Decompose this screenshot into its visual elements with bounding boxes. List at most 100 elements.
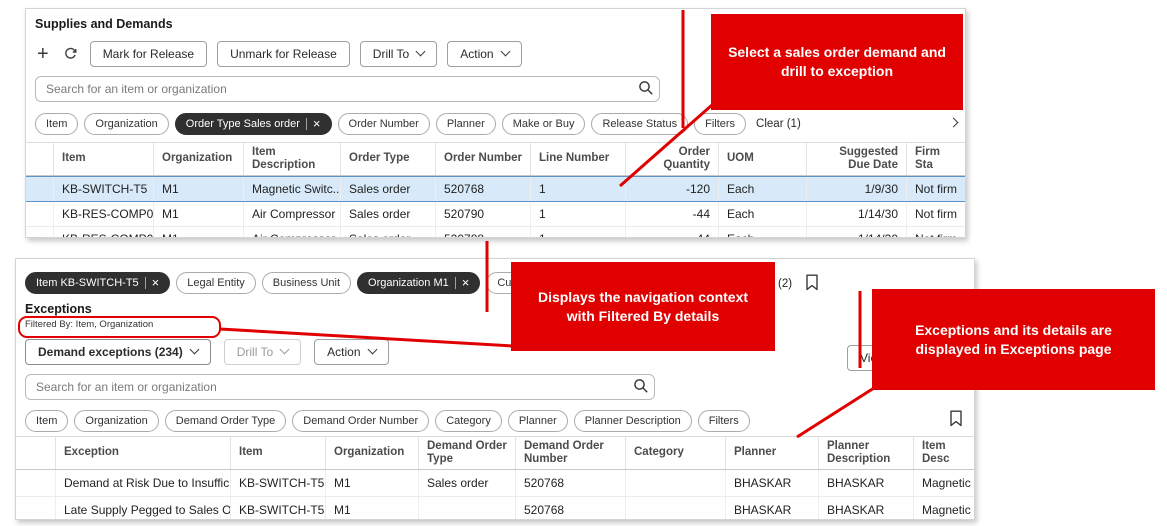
cell: 1/9/30 [807,177,907,201]
table-row-clipped[interactable]: KB-RES-COMP01 M1 Air Compressor Sales or… [26,227,965,237]
unmark-for-release-button[interactable]: Unmark for Release [217,40,350,67]
column-header-item-description[interactable]: Item Description [244,143,341,175]
annotation-text: Exceptions and its details are displayed… [915,321,1112,357]
column-header-planner[interactable]: Planner [726,437,819,469]
refresh-button[interactable] [61,46,80,61]
search-input[interactable] [35,76,660,102]
drill-to-label: Drill To [372,46,410,61]
filter-chip-demand-order-number[interactable]: Demand Order Number [292,409,430,432]
cell: 1 [531,202,626,226]
cell: BHASKAR [726,470,819,496]
annotation-callout-exceptions-page: Exceptions and its details are displayed… [872,289,1155,390]
chevron-down-icon [279,344,290,355]
add-button[interactable]: + [35,44,51,64]
column-header-line-number[interactable]: Line Number [531,143,626,175]
cell: Magnetic Switc... [244,177,341,201]
filter-chip-planner[interactable]: Planner [435,112,496,135]
search-button[interactable] [638,80,654,99]
search-button[interactable] [633,378,649,397]
demand-exceptions-dropdown[interactable]: Demand exceptions (234) [25,338,211,365]
cell [626,497,726,519]
refresh-icon [64,47,77,59]
cell-selector [26,202,54,226]
column-header-uom[interactable]: UOM [719,143,807,175]
search-bar [25,374,655,400]
cell: M1 [326,470,419,496]
cell: KB-SWITCH-T5 [54,177,154,201]
mark-for-release-button[interactable]: Mark for Release [89,40,208,67]
selector-column-header [26,143,54,175]
clear-filters-button[interactable]: Clear (1) [752,118,805,130]
context-chip-organization-active[interactable]: Organization M1 × [357,271,481,294]
filter-chip-item[interactable]: Item [35,112,79,135]
exceptions-toolbar: Demand exceptions (234) Drill To Action [25,338,974,365]
action-button[interactable]: Action [314,338,389,365]
action-button[interactable]: Action [447,40,522,67]
action-label: Action [460,46,494,61]
search-input[interactable] [25,374,655,400]
column-header-organization[interactable]: Organization [154,143,244,175]
chip-divider [144,276,146,289]
column-header-exception[interactable]: Exception [56,437,231,469]
filter-chip-item[interactable]: Item [25,409,69,432]
table-row-selected[interactable]: KB-SWITCH-T5 M1 Magnetic Switc... Sales … [26,176,965,202]
cell-selector [16,497,56,519]
drill-to-button[interactable]: Drill To [223,338,302,365]
column-header-demand-order-type[interactable]: Demand Order Type [419,437,516,469]
column-header-firm-status[interactable]: Firm Sta [907,143,965,175]
action-label: Action [327,344,361,359]
filter-chip-filters[interactable]: Filters [697,409,750,432]
column-header-item[interactable]: Item [231,437,326,469]
table-row[interactable]: KB-RES-COMP01 M1 Air Compressor Sales or… [26,202,965,227]
context-chip-legal-entity[interactable]: Legal Entity [176,271,256,294]
cell: KB-RES-COMP01 [54,227,154,237]
column-header-demand-order-number[interactable]: Demand Order Number [516,437,626,469]
chevron-right-icon[interactable] [948,117,959,128]
context-chip-business-unit[interactable]: Business Unit [261,271,352,294]
column-header-organization[interactable]: Organization [326,437,419,469]
search-icon [634,379,648,393]
table-row[interactable]: Late Supply Pegged to Sales Order KB-SWI… [16,497,974,519]
filter-chip-organization[interactable]: Organization [84,112,169,135]
cell: Demand at Risk Due to Insufficien... [56,470,231,496]
table-row[interactable]: Demand at Risk Due to Insufficien... KB-… [16,470,974,497]
close-icon[interactable]: × [152,276,160,289]
selector-column-header [16,437,56,469]
column-header-order-type[interactable]: Order Type [341,143,436,175]
cell: Each [719,177,807,201]
chevron-down-icon [367,344,377,355]
filter-chip-category[interactable]: Category [435,409,502,432]
filter-chip-make-or-buy[interactable]: Make or Buy [501,112,586,135]
cell: 1/14/30 [807,227,907,237]
context-chip-item-active[interactable]: Item KB-SWITCH-T5 × [25,271,171,294]
cell [626,470,726,496]
column-header-suggested-due-date[interactable]: Suggested Due Date [807,143,907,175]
column-header-item-description[interactable]: Item Desc [914,437,974,469]
drill-to-button[interactable]: Drill To [359,40,438,67]
cell [419,497,516,519]
filter-chip-filters[interactable]: Filters [694,112,747,135]
column-header-order-quantity[interactable]: Order Quantity [626,143,719,175]
column-header-category[interactable]: Category [626,437,726,469]
column-header-item[interactable]: Item [54,143,154,175]
filter-chip-planner-description[interactable]: Planner Description [573,409,692,432]
bookmark-icon[interactable] [949,410,963,430]
filter-chip-planner[interactable]: Planner [507,409,568,432]
bookmark-icon[interactable] [805,274,819,294]
filter-chip-organization[interactable]: Organization [74,409,159,432]
close-icon[interactable]: × [462,276,470,289]
cell: -44 [626,227,719,237]
filter-chip-demand-order-type[interactable]: Demand Order Type [164,409,287,432]
close-icon[interactable]: × [313,117,321,130]
annotation-callout-navigation-context: Displays the navigation context with Fil… [511,262,775,351]
column-header-planner-description[interactable]: Planner Description [819,437,914,469]
filter-chip-release-status[interactable]: Release Status [591,112,689,135]
column-header-order-number[interactable]: Order Number [436,143,531,175]
filter-chip-order-number[interactable]: Order Number [337,112,430,135]
cell: 520768 [516,470,626,496]
chip-divider [305,117,307,130]
cell-selector [26,177,54,201]
filter-chip-order-type-active[interactable]: Order Type Sales order × [174,112,332,135]
cell: Each [719,227,807,237]
cell: Air Compressor [244,227,341,237]
